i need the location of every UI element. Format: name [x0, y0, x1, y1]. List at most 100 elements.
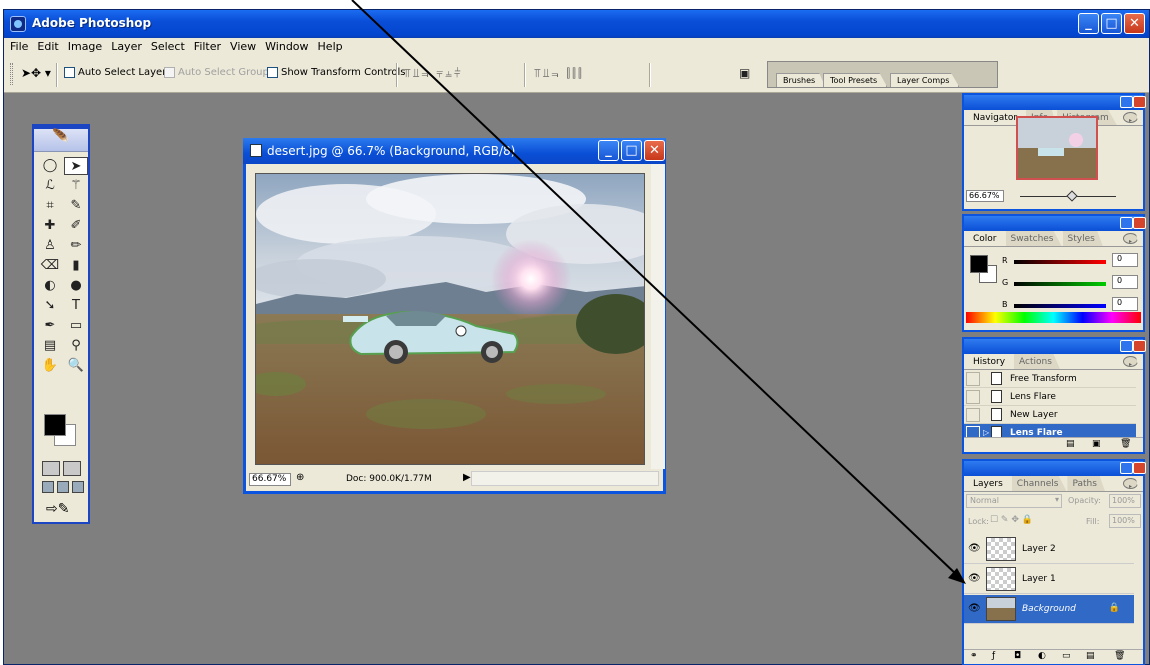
palette-menu-icon[interactable]: ▸	[1123, 356, 1138, 367]
eye-visibility-icon[interactable]: 👁	[968, 603, 981, 614]
layer-row-selected[interactable]: 👁 Background 🔒	[964, 595, 1134, 624]
color-foreground-swatch[interactable]	[970, 255, 988, 273]
layer-style-icon[interactable]: ƒ	[992, 651, 995, 661]
tab-color[interactable]: Color	[968, 231, 1005, 246]
distribute-icons[interactable]: ⫪⫫⫬ ⫿⫿⫿	[534, 66, 584, 81]
type-tool-icon[interactable]: T	[64, 297, 88, 315]
doc-minimize-button[interactable]: _	[598, 140, 619, 161]
menu-file[interactable]: File	[6, 38, 33, 55]
palette-close-icon[interactable]	[1133, 217, 1146, 229]
full-screen-menu-mode-icon[interactable]	[57, 481, 69, 493]
new-group-icon[interactable]: ▭	[1062, 651, 1071, 661]
history-brush-tool-icon[interactable]: ✏	[64, 237, 88, 255]
eye-visibility-icon[interactable]: 👁	[968, 573, 981, 584]
menu-window[interactable]: Window	[261, 38, 313, 55]
menu-filter[interactable]: Filter	[190, 38, 226, 55]
palette-menu-icon[interactable]: ▸	[1123, 112, 1138, 123]
maximize-button[interactable]: □	[1101, 13, 1122, 34]
navigator-zoom-field[interactable]: 66.67%	[966, 190, 1004, 202]
palette-minimize-icon[interactable]	[1120, 217, 1133, 229]
shape-tool-icon[interactable]: ▭	[64, 317, 88, 335]
palette-titlebar[interactable]	[964, 339, 1146, 354]
status-arrow-icon[interactable]: ▶	[463, 472, 471, 483]
layer-row[interactable]: 👁 Layer 1	[964, 565, 1134, 594]
dodge-tool-icon[interactable]: ●	[64, 277, 88, 295]
history-state-slider-icon[interactable]: ▷	[983, 428, 989, 437]
well-tab-brushes[interactable]: Brushes	[776, 73, 826, 87]
lasso-tool-icon[interactable]: ℒ	[38, 177, 62, 195]
menu-edit[interactable]: Edit	[33, 38, 63, 55]
standard-mode-icon[interactable]	[42, 461, 60, 476]
delete-layer-icon[interactable]: 🗑	[1114, 651, 1125, 661]
blend-mode-select[interactable]: Normal ▾	[966, 494, 1062, 508]
close-button[interactable]: ✕	[1124, 13, 1145, 34]
eraser-tool-icon[interactable]: ⌫	[38, 257, 62, 275]
hand-tool-icon[interactable]: ✋	[38, 357, 62, 375]
quick-mask-mode-icon[interactable]	[63, 461, 81, 476]
marquee-tool-icon[interactable]: ◯	[38, 157, 62, 175]
tab-swatches[interactable]: Swatches	[1005, 231, 1062, 246]
show-transform-controls-checkbox[interactable]: Show Transform Controls	[267, 67, 405, 78]
title-bar[interactable]: Adobe Photoshop _ □ ✕	[4, 10, 1149, 38]
history-item[interactable]: Lens Flare	[964, 388, 1136, 406]
jump-to-imageready-icon[interactable]: ⇨✎	[46, 501, 69, 517]
history-item[interactable]: New Layer	[964, 406, 1136, 424]
palette-menu-icon[interactable]: ▸	[1123, 233, 1138, 244]
red-slider[interactable]	[1014, 260, 1106, 264]
auto-select-layer-checkbox[interactable]: Auto Select Layer	[64, 67, 166, 78]
history-source-cell[interactable]	[966, 390, 980, 404]
brush-tool-icon[interactable]: ✐	[64, 217, 88, 235]
palette-titlebar[interactable]	[964, 216, 1146, 231]
minimize-button[interactable]: _	[1078, 13, 1099, 34]
well-tab-layer-comps[interactable]: Layer Comps	[890, 73, 960, 87]
foreground-color-swatch[interactable]	[44, 414, 66, 436]
navigator-thumbnail[interactable]	[1016, 116, 1098, 180]
layer-row[interactable]: 👁 Layer 2	[964, 535, 1134, 564]
image-canvas[interactable]	[255, 173, 645, 465]
palette-minimize-icon[interactable]	[1120, 462, 1133, 474]
gradient-tool-icon[interactable]: ▮	[64, 257, 88, 275]
palette-well-icon[interactable]: ▣	[739, 66, 752, 80]
full-screen-mode-icon[interactable]	[72, 481, 84, 493]
magic-wand-tool-icon[interactable]: ⚚	[64, 177, 88, 195]
menu-image[interactable]: Image	[64, 38, 107, 55]
lock-icons[interactable]: ☐ ✎ ✥ 🔒	[990, 515, 1033, 525]
tab-history[interactable]: History	[968, 354, 1014, 369]
pen-tool-icon[interactable]: ✒	[38, 317, 62, 335]
link-layers-icon[interactable]: ⚭	[970, 651, 978, 661]
history-source-cell[interactable]	[966, 372, 980, 386]
tab-styles[interactable]: Styles	[1062, 231, 1103, 246]
history-source-cell[interactable]	[966, 408, 980, 422]
standard-screen-mode-icon[interactable]	[42, 481, 54, 493]
menu-help[interactable]: Help	[314, 38, 348, 55]
crop-tool-icon[interactable]: ⌗	[38, 197, 62, 215]
blur-tool-icon[interactable]: ◐	[38, 277, 62, 295]
tab-channels[interactable]: Channels	[1011, 476, 1067, 491]
palette-titlebar[interactable]	[964, 95, 1146, 110]
menu-select[interactable]: Select	[147, 38, 190, 55]
path-selection-tool-icon[interactable]: ➘	[38, 297, 62, 315]
tool-preset-picker[interactable]: ➤✥ ▾	[21, 66, 51, 82]
palette-close-icon[interactable]	[1133, 340, 1146, 352]
new-document-from-state-icon[interactable]: ▤	[1066, 439, 1075, 449]
adjustment-layer-icon[interactable]: ◐	[1038, 651, 1046, 661]
blue-value-input[interactable]: 0	[1112, 297, 1138, 311]
vertical-scrollbar[interactable]	[651, 164, 665, 469]
eye-visibility-icon[interactable]: 👁	[968, 543, 981, 554]
status-menu-icon[interactable]: ⊕	[296, 472, 304, 483]
green-value-input[interactable]: 0	[1112, 275, 1138, 289]
slice-tool-icon[interactable]: ✎	[64, 197, 88, 215]
options-bar-grip[interactable]	[10, 63, 13, 85]
delete-state-icon[interactable]: 🗑	[1120, 439, 1131, 449]
layer-mask-icon[interactable]: ◘	[1014, 651, 1021, 661]
eyedropper-tool-icon[interactable]: ⚲	[64, 337, 88, 355]
menu-view[interactable]: View	[226, 38, 261, 55]
green-slider[interactable]	[1014, 282, 1106, 286]
history-item[interactable]: Free Transform	[964, 370, 1136, 388]
color-ramp[interactable]	[966, 312, 1141, 323]
notes-tool-icon[interactable]: ▤	[38, 337, 62, 355]
doc-zoom-field[interactable]: 66.67%	[249, 473, 291, 486]
tab-paths[interactable]: Paths	[1067, 476, 1105, 491]
opacity-input[interactable]: 100%	[1109, 494, 1141, 508]
red-value-input[interactable]: 0	[1112, 253, 1138, 267]
